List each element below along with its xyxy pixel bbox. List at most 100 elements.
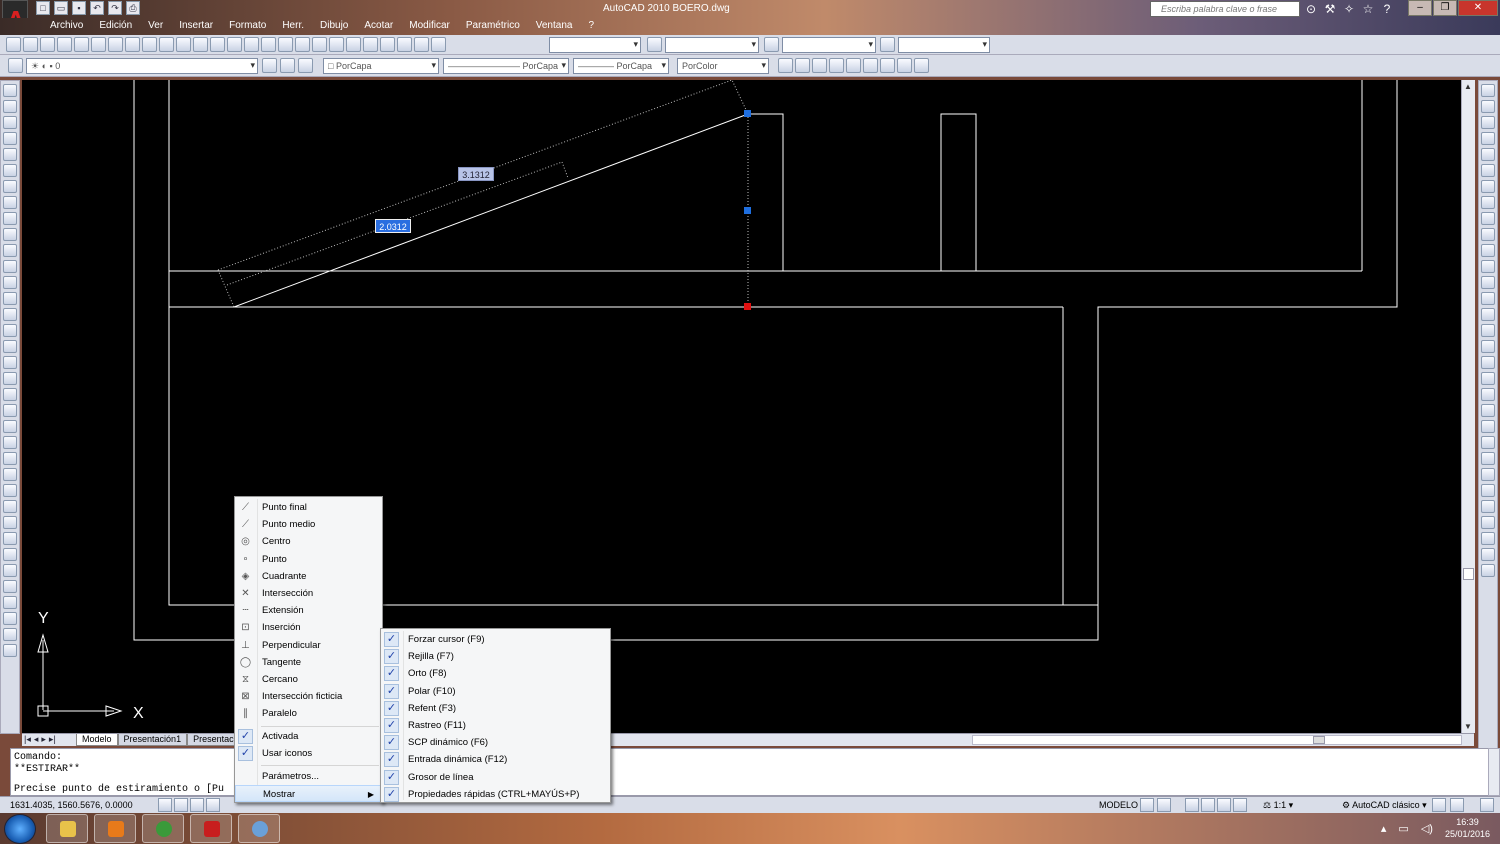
dim-style-icon[interactable] [647,37,662,52]
point-icon[interactable] [3,292,17,305]
redo-icon[interactable] [227,37,242,52]
break-at-point-icon[interactable] [1481,260,1495,273]
quick-view-drawings-icon[interactable] [1157,798,1171,812]
model-space-label[interactable]: MODELO [1099,800,1138,810]
zoom-status-icon[interactable] [1201,798,1215,812]
menu-item-snap[interactable]: ⧖ Cercano [235,671,382,688]
layer-isolate-icon[interactable] [1481,404,1495,417]
polyline-icon[interactable] [3,116,17,129]
ellipse-arc-icon[interactable] [3,244,17,257]
menu-help[interactable]: ? [580,20,602,31]
edit-text-icon[interactable] [1481,468,1495,481]
menu-item-snap[interactable]: ◎ Centro [235,533,382,550]
layer-previous-icon[interactable] [280,58,295,73]
menu-modificar[interactable]: Modificar [401,20,458,31]
rotate-icon[interactable] [1481,180,1495,193]
taskbar-autocad[interactable] [190,814,232,843]
menu-item-snap[interactable]: ⟋ Punto final [235,499,382,516]
menu-item-mostrar-option[interactable]: ✓ Entrada dinámica (F12) [381,751,610,768]
next-tab-icon[interactable]: ▸ [41,734,46,745]
osnap-settings-icon[interactable] [3,644,17,657]
menu-item-activada[interactable]: ✓ Activada [235,728,382,745]
zoom-dynamic-icon[interactable] [795,58,810,73]
copy-icon[interactable] [142,37,157,52]
menu-item-mostrar-option[interactable]: ✓ Rejilla (F7) [381,648,610,665]
network-icon[interactable]: ▭ [1398,822,1408,835]
menu-item-mostrar-option[interactable]: ✓ Propiedades rápidas (CTRL+MAYÚS+P) [381,786,610,803]
menu-item-mostrar[interactable]: Mostrar ▶ [235,785,382,802]
3d-dwf-icon[interactable] [108,37,123,52]
make-current-layer-icon[interactable] [262,58,277,73]
join-icon[interactable] [1481,292,1495,305]
trim-icon[interactable] [1481,228,1495,241]
revision-cloud-icon[interactable] [3,196,17,209]
horizontal-scrollbar[interactable] [972,735,1462,745]
block-editor-icon[interactable] [193,37,208,52]
help-icon[interactable]: ? [1379,1,1395,17]
dim-style-combo[interactable] [665,37,759,53]
multiline-text-icon[interactable] [3,372,17,385]
menu-item-snap[interactable]: ⟋ Punto medio [235,516,382,533]
zoom-previous-icon[interactable] [295,37,310,52]
new-file-icon[interactable]: □ [36,1,50,15]
publish-icon[interactable] [91,37,106,52]
menu-item-snap[interactable]: ⊡ Inserción [235,619,382,636]
layer-combo[interactable]: ☀ ◐ ▪ 0 [26,58,258,74]
search-input[interactable]: Escriba palabra clave o frase [1150,1,1300,17]
gradient-icon[interactable] [3,324,17,337]
first-tab-icon[interactable]: |◂ [24,734,31,745]
snap-parallel-icon[interactable] [3,564,17,577]
circle-icon[interactable] [3,180,17,193]
menu-archivo[interactable]: Archivo [42,20,91,31]
grid-toggle[interactable] [174,798,188,812]
menu-item-mostrar-option[interactable]: ✓ Polar (F10) [381,683,610,700]
insert-block-icon[interactable] [3,260,17,273]
snap-tangent-icon[interactable] [3,532,17,545]
clean-screen-icon[interactable] [1480,798,1494,812]
multileader-style-icon[interactable] [880,37,895,52]
mtext-icon[interactable] [1481,452,1495,465]
menu-item-mostrar-option[interactable]: ✓ Grosor de línea [381,769,610,786]
tool-palettes-icon[interactable] [346,37,361,52]
menu-item-snap[interactable]: ✕ Intersección [235,585,382,602]
open-icon[interactable] [23,37,38,52]
match-properties-icon[interactable] [176,37,191,52]
properties-icon[interactable] [312,37,327,52]
snap-center-icon[interactable] [3,500,17,513]
quickcalc-icon[interactable] [397,37,412,52]
mirror-icon[interactable] [1481,116,1495,129]
text-style-icon[interactable] [1481,516,1495,529]
pan-icon[interactable] [244,37,259,52]
tray-expand-icon[interactable]: ▴ [1381,822,1387,835]
snap-quadrant-icon[interactable] [3,516,17,529]
tab-modelo[interactable]: Modelo [76,734,118,746]
snap-midpoint-icon[interactable] [3,436,17,449]
preview-icon[interactable] [74,37,89,52]
favorites-icon[interactable]: ☆ [1360,1,1376,17]
snap-endpoint-icon[interactable] [3,420,17,433]
layer-state-icon[interactable] [298,58,313,73]
menu-item-usar-iconos[interactable]: ✓ Usar iconos [235,745,382,762]
menu-acotar[interactable]: Acotar [356,20,401,31]
taskbar-media-player[interactable] [94,814,136,843]
ellipse-icon[interactable] [3,228,17,241]
menu-parametrico[interactable]: Paramétrico [458,20,528,31]
temp-track-icon[interactable] [3,388,17,401]
convert-space-icon[interactable] [1481,564,1495,577]
zoom-extents-icon[interactable] [914,58,929,73]
move-icon[interactable] [1481,164,1495,177]
taskbar-chrome[interactable] [142,814,184,843]
zoom-window-icon[interactable] [278,37,293,52]
last-tab-icon[interactable]: ▸| [49,734,56,745]
table-style-icon[interactable] [764,37,779,52]
help-icon[interactable] [414,37,429,52]
polygon-icon[interactable] [3,132,17,145]
lineweight-combo[interactable]: ———— PorCapa [573,58,669,74]
extend-icon[interactable] [1481,244,1495,257]
annotation-scale[interactable]: ⚖ 1:1 ▾ [1263,800,1293,811]
quick-view-layouts-icon[interactable] [1140,798,1154,812]
menu-item-snap[interactable]: ┄ Extensión [235,602,382,619]
menu-item-snap[interactable]: ◈ Cuadrante [235,568,382,585]
offset-icon[interactable] [1481,132,1495,145]
text-style-combo[interactable] [549,37,641,53]
